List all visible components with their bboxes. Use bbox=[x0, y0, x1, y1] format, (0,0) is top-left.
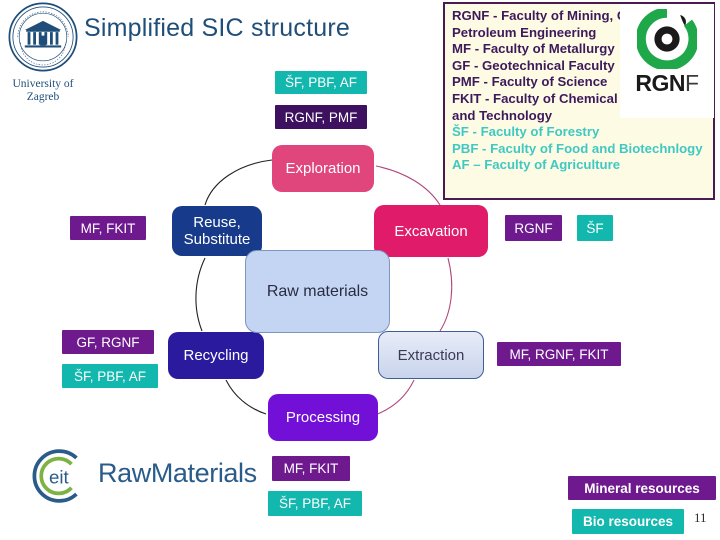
cycle-node-reuse-label: Reuse, Substitute bbox=[184, 214, 251, 248]
legend-description: - Faculty of Metallurgy bbox=[471, 41, 615, 57]
legend-description: - Faculty of Food and Biotechnlogy bbox=[478, 140, 703, 156]
cycle-node-processing[interactable]: Processing bbox=[268, 394, 378, 441]
rgnf-logo: RGNF bbox=[620, 4, 714, 118]
chip-top-bio: ŠF, PBF, AF bbox=[275, 71, 367, 94]
key-legend-bio-resources: Bio resources bbox=[572, 509, 684, 534]
legend-description: and Technology bbox=[452, 107, 553, 123]
chip-excavation-mineral: RGNF bbox=[505, 215, 562, 241]
chip-recycling-bio: ŠF, PBF, AF bbox=[62, 364, 158, 388]
university-of-zagreb-logo: University of Zagreb bbox=[4, 2, 82, 120]
cycle-node-recycling[interactable]: Recycling bbox=[168, 332, 264, 379]
rgnf-circle-icon bbox=[637, 9, 697, 69]
legend-abbreviation: PBF bbox=[452, 140, 479, 156]
legend-abbreviation: AF bbox=[452, 157, 470, 173]
legend-description: - Faculty of Science bbox=[479, 74, 608, 90]
cycle-node-extraction[interactable]: Extraction bbox=[378, 331, 484, 379]
chip-processing-bio: ŠF, PBF, AF bbox=[268, 491, 362, 516]
chip-reuse-faculties: MF, FKIT bbox=[70, 216, 146, 240]
rgnf-wordmark-thin: F bbox=[685, 70, 699, 96]
cycle-center-raw-materials[interactable]: Raw materials bbox=[245, 250, 390, 333]
eit-rawmaterials-logo: eit RawMaterials bbox=[26, 448, 266, 504]
cycle-node-reuse[interactable]: Reuse, Substitute bbox=[172, 206, 262, 256]
legend-description: – Faculty of Agriculture bbox=[469, 157, 621, 173]
legend-line: AF – Faculty of Agriculture bbox=[452, 157, 713, 174]
cycle-node-excavation[interactable]: Excavation bbox=[374, 205, 488, 257]
rgnf-wordmark-bold: RGN bbox=[635, 70, 686, 96]
legend-line: PBF - Faculty of Food and Biotechnlogy bbox=[452, 140, 713, 158]
reuse-line1: Reuse, bbox=[193, 214, 241, 231]
chip-top-mineral: RGNF, PMF bbox=[275, 105, 367, 129]
legend-abbreviation: ŠF bbox=[452, 124, 469, 140]
university-logo-caption: University of Zagreb bbox=[4, 78, 82, 104]
university-caption-line1: University of bbox=[12, 78, 74, 90]
chip-excavation-bio: ŠF bbox=[577, 215, 613, 241]
chip-processing-mineral: MF, FKIT bbox=[272, 456, 350, 481]
university-caption-line2: Zagreb bbox=[26, 91, 60, 103]
eit-circle-icon: eit bbox=[32, 449, 78, 503]
legend-abbreviation: GF bbox=[452, 57, 471, 73]
chip-recycling-mineral: GF, RGNF bbox=[62, 330, 154, 354]
legend-abbreviation: MF bbox=[452, 41, 472, 57]
page-title: Simplified SIC structure bbox=[84, 14, 350, 42]
legend-abbreviation: RGNF bbox=[452, 8, 490, 23]
legend-abbreviation: FKIT bbox=[452, 90, 482, 106]
rgnf-wordmark: RGNF bbox=[620, 70, 714, 97]
eit-wordmark: RawMaterials bbox=[98, 458, 257, 488]
key-legend-mineral-resources: Mineral resources bbox=[568, 476, 716, 500]
university-seal-icon bbox=[8, 2, 78, 72]
slide-number: 11 bbox=[694, 510, 707, 525]
cycle-node-exploration[interactable]: Exploration bbox=[272, 145, 374, 192]
reuse-line2: Substitute bbox=[183, 231, 251, 248]
legend-description: - Geotechnical Faculty bbox=[470, 57, 615, 73]
legend-description: Petroleum Engineering bbox=[452, 24, 597, 40]
legend-line: ŠF - Faculty of Forestry bbox=[452, 124, 713, 141]
legend-description: - Faculty of Forestry bbox=[468, 124, 600, 140]
legend-abbreviation: PMF bbox=[452, 74, 480, 90]
svg-text:eit: eit bbox=[49, 466, 70, 487]
chip-extraction-mineral: MF, RGNF, FKIT bbox=[497, 342, 621, 366]
